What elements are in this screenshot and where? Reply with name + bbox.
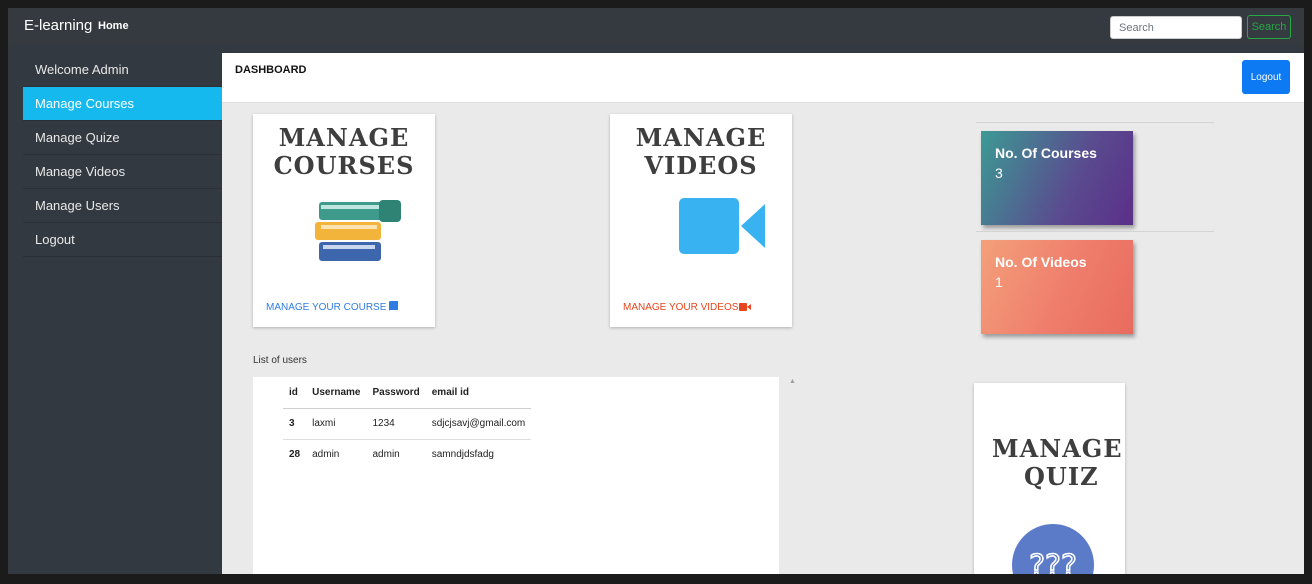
manage-your-videos-link[interactable]: MANAGE YOUR VIDEOS — [623, 302, 738, 313]
cell-email: samndjdsfadg — [431, 449, 494, 460]
book-icon — [389, 301, 398, 311]
sidebar-item-welcome-admin[interactable]: Welcome Admin — [23, 53, 222, 87]
users-table: id Username Password email id 3 laxmi 12… — [283, 377, 532, 471]
sidebar-item-manage-videos[interactable]: Manage Videos — [23, 155, 222, 189]
home-link[interactable]: Home — [98, 20, 129, 32]
table-header-row: id Username Password email id — [283, 377, 532, 409]
column-header: Username — [306, 377, 367, 409]
scroll-up-arrow[interactable]: ▲ — [789, 378, 796, 385]
divider — [976, 231, 1214, 232]
page-title: DASHBOARD — [235, 64, 307, 76]
search-input[interactable] — [1110, 16, 1242, 39]
main-content: DASHBOARD Logout MANAGE COURSES MANAGE Y… — [222, 53, 1304, 574]
sidebar: Welcome Admin Manage Courses Manage Quiz… — [23, 53, 222, 574]
column-header: Password — [366, 377, 426, 409]
stat-value: 3 — [995, 165, 1003, 181]
card-title-line: VIDEOS — [644, 150, 758, 180]
sidebar-item-manage-quize[interactable]: Manage Quize — [23, 121, 222, 155]
video-camera-icon — [679, 198, 765, 254]
app-window: E-learning Home Search Welcome Admin Man… — [8, 8, 1304, 574]
divider — [976, 122, 1214, 123]
cell-password: admin — [372, 449, 400, 460]
search-button[interactable]: Search — [1247, 15, 1291, 39]
card-title-line: MANAGE — [635, 123, 767, 152]
users-table-panel: id Username Password email id 3 laxmi 12… — [253, 377, 779, 574]
courses-count-card: No. Of Courses 3 — [981, 131, 1133, 225]
table-row: 3 laxmi 1234 sdjcjsavj@gmail.com — [283, 408, 532, 440]
column-header: email id — [425, 377, 532, 409]
cell-email: sdjcjsavj@gmail.com — [425, 408, 532, 440]
video-small-icon — [739, 303, 751, 311]
manage-courses-card[interactable]: MANAGE COURSES MANAGE YOUR COURSE — [253, 114, 435, 327]
videos-count-card: No. Of Videos 1 — [981, 240, 1133, 334]
stat-label: No. Of Videos — [995, 254, 1087, 270]
table-row: 28 admin admin samndjdsfadg — [283, 440, 531, 471]
question-marks-icon: ??? — [1012, 524, 1094, 574]
cell-password: 1234 — [366, 408, 426, 440]
manage-videos-card[interactable]: MANAGE VIDEOS MANAGE YOUR VIDEOS — [610, 114, 792, 327]
logout-button[interactable]: Logout — [1242, 60, 1290, 94]
top-navbar: E-learning Home Search — [8, 8, 1304, 46]
books-icon — [315, 200, 401, 261]
dashboard-header: DASHBOARD Logout — [222, 53, 1304, 103]
brand-link[interactable]: E-learning — [24, 17, 92, 34]
card-title-line: MANAGE — [992, 434, 1123, 463]
stat-label: No. Of Courses — [995, 145, 1097, 161]
users-list-label: List of users — [253, 355, 307, 366]
cell-id: 3 — [283, 408, 307, 440]
sidebar-item-logout[interactable]: Logout — [23, 223, 222, 257]
card-title-line: MANAGE — [278, 123, 410, 152]
cell-username: admin — [312, 449, 340, 460]
manage-quiz-card[interactable]: MANAGE QUIZ ??? — [974, 383, 1125, 574]
column-header: id — [283, 377, 307, 409]
cell-id: 28 — [289, 449, 301, 460]
manage-your-course-link[interactable]: MANAGE YOUR COURSE — [266, 302, 386, 313]
sidebar-item-manage-courses[interactable]: Manage Courses — [23, 87, 222, 121]
card-title-line: QUIZ — [1024, 461, 1099, 491]
card-title-line: COURSES — [273, 150, 415, 180]
sidebar-item-manage-users[interactable]: Manage Users — [23, 189, 222, 223]
stat-value: 1 — [995, 274, 1003, 290]
svg-text:???: ??? — [1029, 549, 1077, 574]
cell-username: laxmi — [306, 408, 367, 440]
